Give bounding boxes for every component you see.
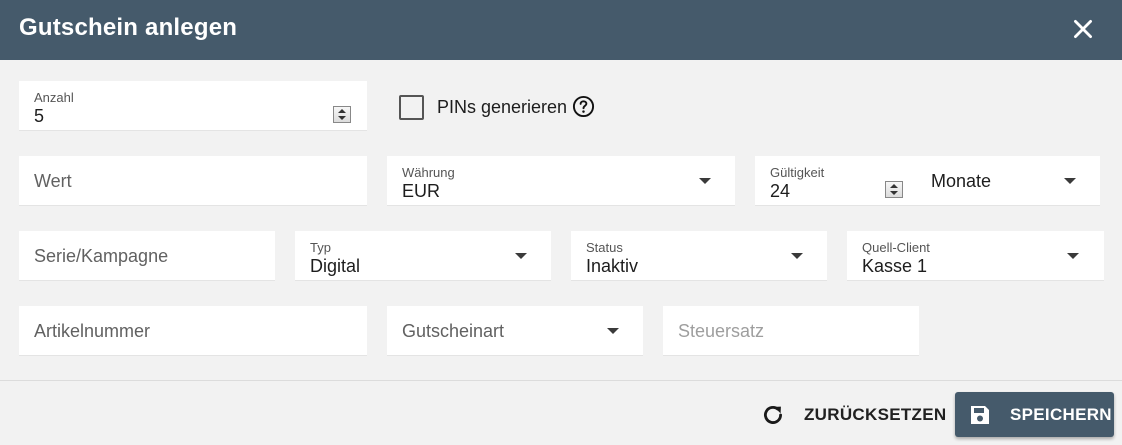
- typ-label: Typ: [310, 240, 331, 255]
- save-icon: [971, 405, 989, 424]
- dialog-header: Gutschein anlegen: [0, 0, 1122, 60]
- footer-divider: [0, 380, 1122, 381]
- reset-label: ZURÜCKSETZEN: [804, 405, 947, 424]
- gueltigkeit-field[interactable]: Gültigkeit 24: [755, 156, 920, 206]
- reset-button[interactable]: ZURÜCKSETZEN: [760, 398, 946, 432]
- typ-value: Digital: [310, 256, 361, 276]
- dialog-title: Gutschein anlegen: [19, 14, 238, 41]
- waehrung-label: Währung: [402, 165, 455, 180]
- quell-client-value: Kasse 1: [862, 256, 928, 276]
- chevron-down-icon: [1064, 178, 1076, 184]
- chevron-down-icon: [515, 253, 527, 259]
- gueltigkeit-value: 24: [770, 181, 791, 201]
- gueltigkeit-unit-value: Monate: [931, 171, 992, 191]
- gutscheinart-select[interactable]: Gutscheinart: [387, 306, 643, 356]
- gutscheinart-placeholder: Gutscheinart: [402, 321, 505, 341]
- steuersatz-placeholder: Steuersatz: [678, 321, 765, 341]
- create-voucher-dialog: Gutschein anlegen Anzahl 5 PINs generier…: [0, 0, 1122, 445]
- chevron-down-icon: [699, 178, 711, 184]
- status-value: Inaktiv: [586, 256, 639, 276]
- quell-client-label: Quell-Client: [862, 240, 930, 255]
- artikelnummer-placeholder: Artikelnummer: [34, 321, 151, 341]
- save-button[interactable]: SPEICHERN: [955, 392, 1114, 437]
- help-circle-icon[interactable]: [572, 95, 595, 118]
- gueltigkeit-unit-select[interactable]: Monate: [920, 156, 1100, 206]
- wert-field[interactable]: Wert: [19, 156, 367, 206]
- typ-select[interactable]: Typ Digital: [295, 231, 551, 281]
- serie-field[interactable]: Serie/Kampagne: [19, 231, 275, 281]
- anzahl-field[interactable]: Anzahl 5: [19, 81, 367, 131]
- steuersatz-field[interactable]: Steuersatz: [663, 306, 919, 356]
- chevron-down-icon: [1067, 253, 1079, 259]
- wert-placeholder: Wert: [34, 171, 72, 191]
- anzahl-value: 5: [34, 106, 45, 126]
- anzahl-label: Anzahl: [34, 90, 74, 105]
- gueltigkeit-stepper[interactable]: [885, 181, 903, 198]
- chevron-down-icon: [607, 328, 619, 334]
- chevron-down-icon: [791, 253, 803, 259]
- status-select[interactable]: Status Inaktiv: [571, 231, 827, 281]
- refresh-icon: [764, 406, 782, 424]
- serie-placeholder: Serie/Kampagne: [34, 246, 169, 266]
- save-label: SPEICHERN: [1010, 404, 1112, 424]
- quell-client-select[interactable]: Quell-Client Kasse 1: [847, 231, 1104, 281]
- gueltigkeit-label: Gültigkeit: [770, 165, 825, 180]
- waehrung-value: EUR: [402, 181, 441, 201]
- waehrung-select[interactable]: Währung EUR: [387, 156, 735, 206]
- artikelnummer-field[interactable]: Artikelnummer: [19, 306, 367, 356]
- status-label: Status: [586, 240, 623, 255]
- anzahl-stepper[interactable]: [333, 106, 351, 123]
- pins-checkbox[interactable]: [399, 95, 424, 120]
- close-icon[interactable]: [1070, 16, 1096, 42]
- pins-label: PINs generieren: [437, 97, 568, 117]
